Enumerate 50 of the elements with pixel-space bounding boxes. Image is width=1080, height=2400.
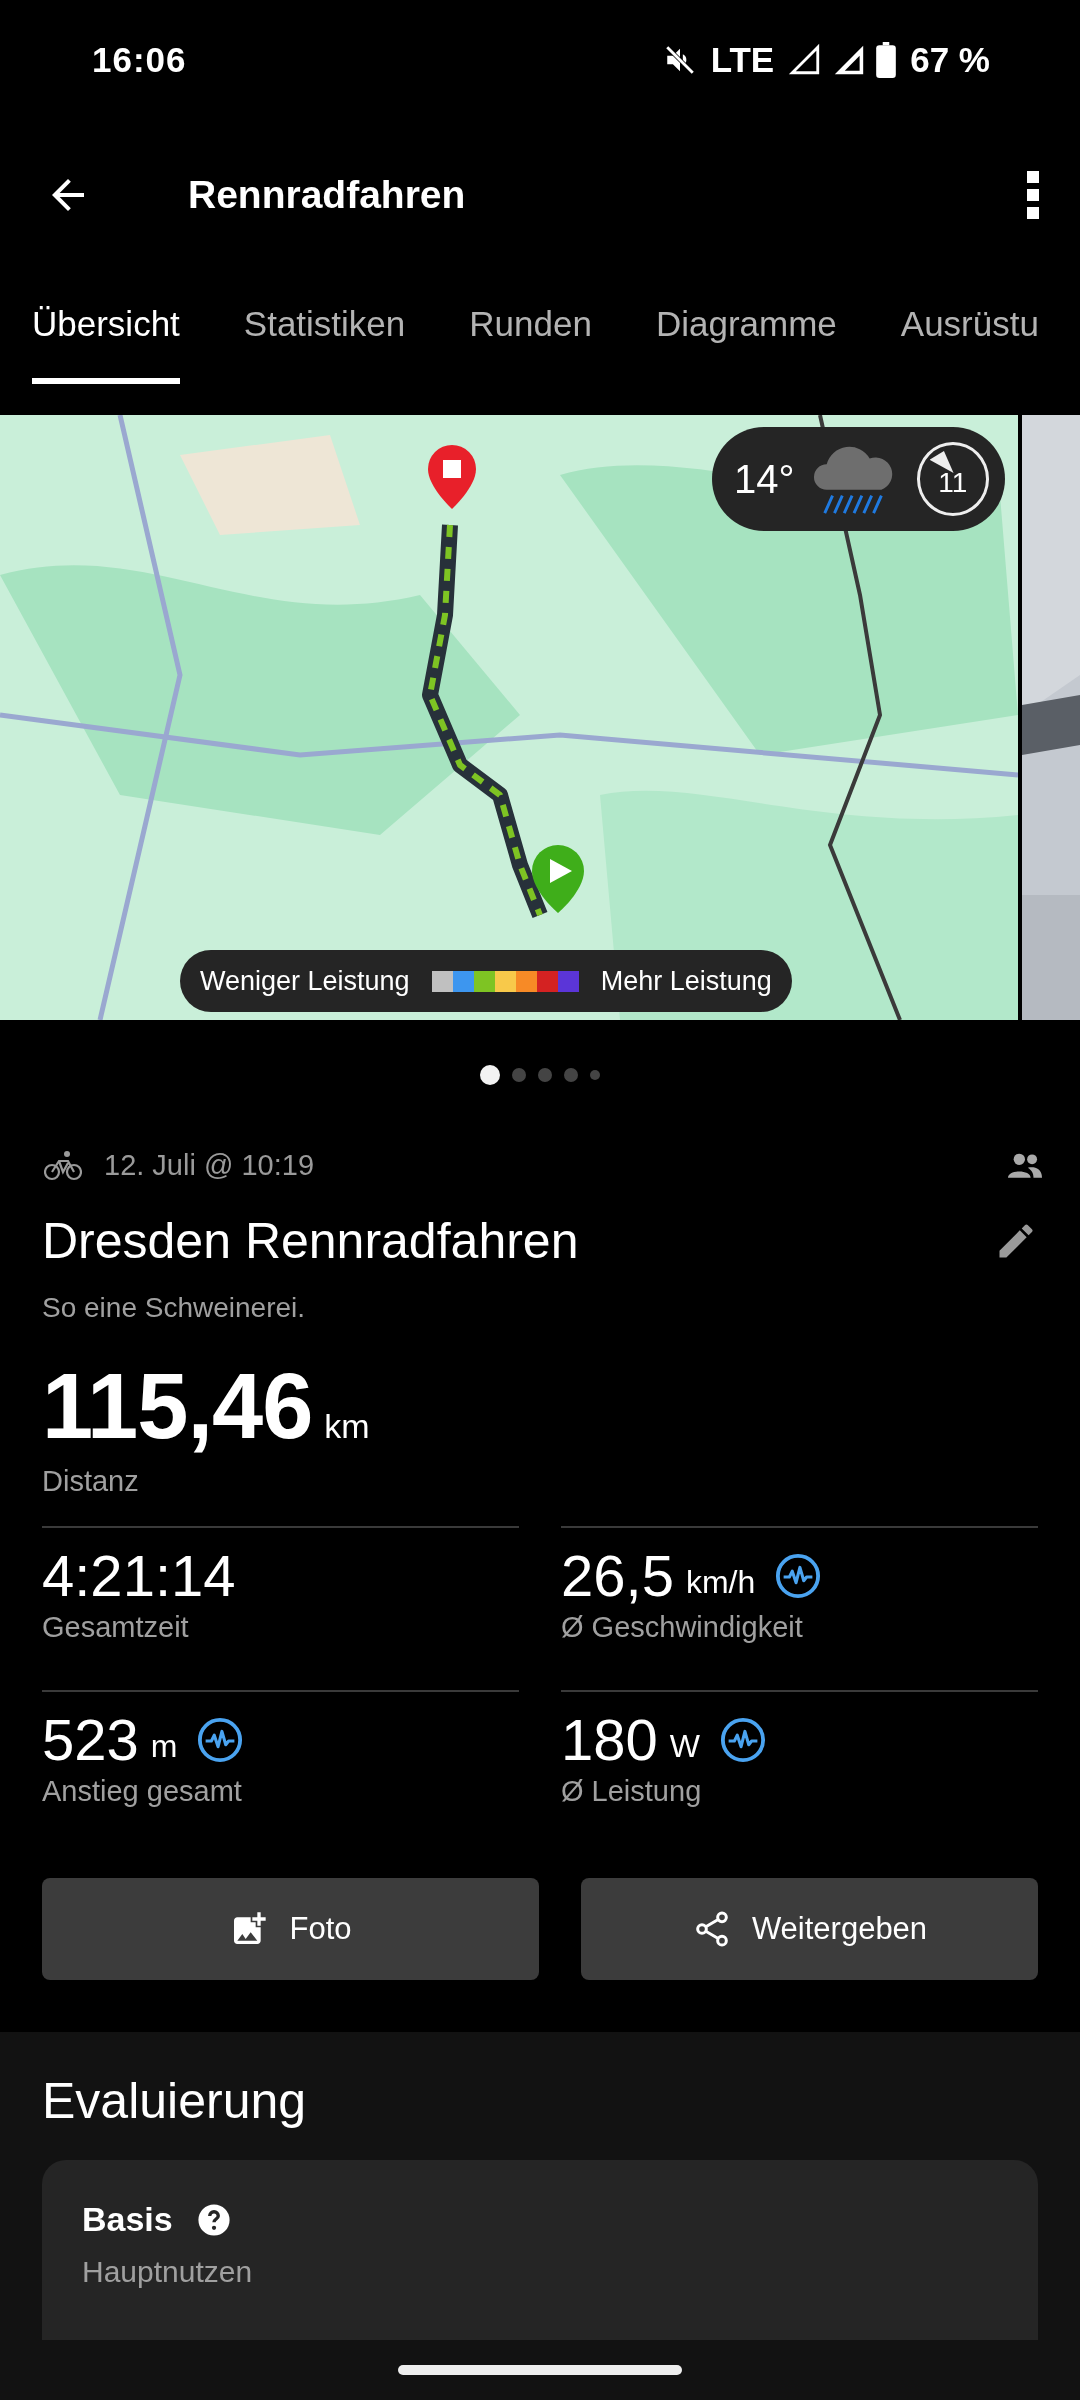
battery-percentage: 67 % bbox=[910, 40, 990, 80]
pulse-icon[interactable] bbox=[720, 1716, 766, 1763]
activity-date: 12. Juli @ 10:19 bbox=[104, 1148, 315, 1182]
stat-label: Anstieg gesamt bbox=[42, 1775, 243, 1808]
distance-unit: km bbox=[324, 1407, 370, 1446]
people-icon bbox=[1008, 1152, 1042, 1178]
tab[interactable]: Diagramme bbox=[655, 284, 837, 384]
tab[interactable]: Ausrüstu bbox=[900, 284, 1039, 384]
stat-unit: m bbox=[150, 1728, 178, 1765]
battery-icon bbox=[876, 42, 897, 78]
page-indicator-dot[interactable] bbox=[480, 1065, 500, 1085]
card-title: Basis bbox=[82, 2200, 173, 2239]
network-type: LTE bbox=[710, 40, 775, 80]
stat-value: 180 bbox=[561, 1706, 658, 1773]
pulse-icon[interactable] bbox=[197, 1716, 244, 1763]
activity-note: So eine Schweinerei. bbox=[41, 1291, 307, 1324]
activity-title: Dresden Rennradfahren bbox=[42, 1212, 579, 1270]
help-icon bbox=[196, 2202, 231, 2237]
clock-time: 16:06 bbox=[92, 40, 187, 80]
card-subtitle: Hauptnutzen bbox=[82, 2255, 254, 2289]
stat-label: Ø Geschwindigkeit bbox=[561, 1611, 804, 1644]
tab[interactable]: Runden bbox=[469, 284, 592, 384]
action-button[interactable]: Weitergeben bbox=[581, 1878, 1038, 1980]
tab[interactable]: Statistiken bbox=[243, 284, 406, 384]
stat-unit: W bbox=[669, 1728, 700, 1765]
page-indicator-dot[interactable] bbox=[564, 1068, 578, 1082]
page-indicator-dot[interactable] bbox=[512, 1068, 526, 1082]
page-indicator-dot[interactable] bbox=[538, 1068, 552, 1082]
legend-label: Weniger Leistung bbox=[200, 965, 410, 997]
distance-label: Distanz bbox=[41, 1464, 140, 1498]
screen-title: Rennradfahren bbox=[188, 173, 467, 217]
bicycle-icon bbox=[44, 1149, 82, 1181]
tab[interactable]: Übersicht bbox=[32, 284, 180, 384]
action-button[interactable]: Foto bbox=[42, 1878, 539, 1980]
legend-label: Mehr Leistung bbox=[600, 965, 772, 997]
distance-value: 115,46 bbox=[42, 1354, 313, 1459]
stat-value: 523 bbox=[42, 1706, 139, 1773]
stat-label: Gesamtzeit bbox=[42, 1611, 190, 1644]
section-title: Evaluierung bbox=[42, 2072, 308, 2130]
temperature: 14° bbox=[734, 456, 795, 502]
wind-speed-dial: 11 bbox=[916, 442, 989, 516]
more-options-button[interactable] bbox=[1026, 169, 1040, 221]
pulse-icon[interactable] bbox=[775, 1552, 822, 1599]
stat-value: 4:21:14 bbox=[42, 1542, 236, 1609]
more-options-icon bbox=[1026, 169, 1040, 221]
stat-value: 26,5 bbox=[561, 1542, 674, 1609]
help-button[interactable] bbox=[196, 2202, 231, 2237]
stat-unit: km/h bbox=[685, 1564, 756, 1601]
page-indicator-dot[interactable] bbox=[590, 1070, 600, 1080]
stat-label: Ø Leistung bbox=[561, 1775, 703, 1808]
